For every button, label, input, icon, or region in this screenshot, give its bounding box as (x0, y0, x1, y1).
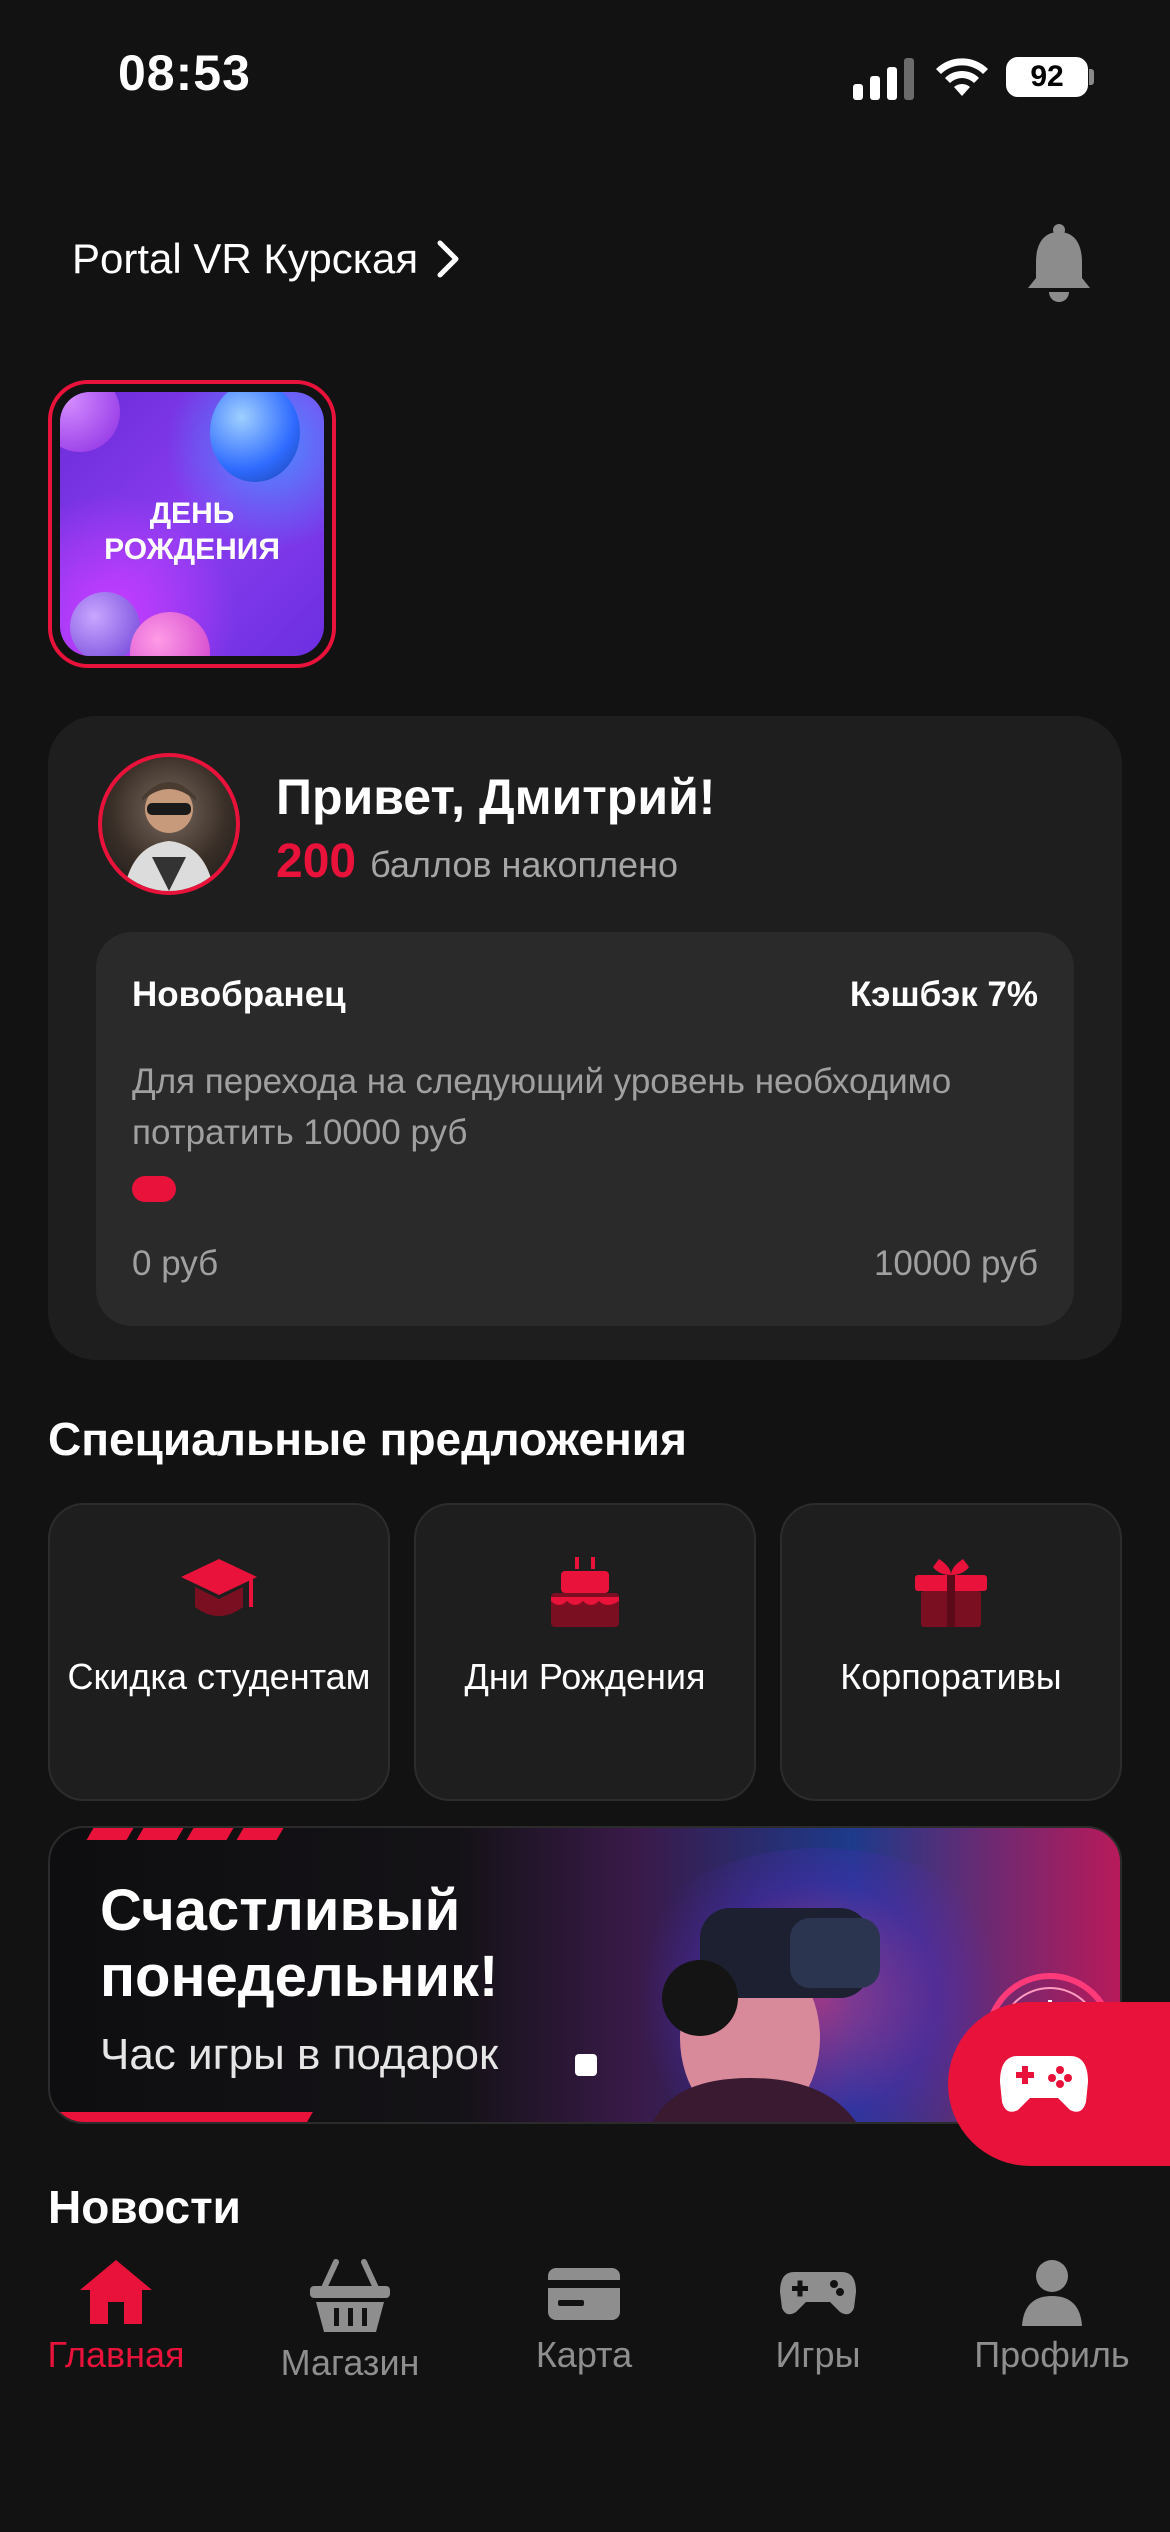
special-offers-title: Специальные предложения (48, 1413, 687, 1465)
points-value: 200 (276, 835, 357, 888)
story-birthday[interactable]: ДЕНЬ РОЖДЕНИЯ (48, 380, 336, 668)
offer-label: Скидка студентам (67, 1656, 371, 1697)
nav-profile[interactable]: Профиль (964, 2258, 1140, 2376)
nav-label: Главная (47, 2334, 185, 2375)
gamepad-icon (1000, 2056, 1088, 2112)
vr-player-image (652, 1908, 880, 2122)
offer-label: Корпоративы (840, 1656, 1062, 1697)
status-time: 08:53 (118, 45, 251, 101)
balloon-image (210, 392, 300, 482)
home-icon (80, 2260, 152, 2324)
games-fab-button[interactable] (948, 2002, 1170, 2166)
level-name: Новобранец (132, 975, 346, 1014)
points-label: баллов накоплено (370, 844, 678, 885)
chevron-right-icon (437, 240, 459, 278)
wifi-icon (936, 58, 988, 96)
avatar-image (124, 782, 214, 891)
progress-range-min: 0 руб (132, 1244, 219, 1283)
story-title: ДЕНЬ РОЖДЕНИЯ (60, 496, 324, 568)
banner-subtitle: Час игры в подарок (100, 2030, 499, 2079)
cellular-signal-icon (853, 58, 914, 100)
story-title-line: ДЕНЬ (149, 497, 235, 530)
greeting-text: Привет, Дмитрий! (276, 769, 716, 825)
level-description: Для перехода на следующий уровень необхо… (132, 1062, 952, 1152)
offer-student-discount[interactable]: Скидка студентам (48, 1503, 390, 1801)
nav-shop[interactable]: Магазин (262, 2258, 438, 2384)
cake-icon (551, 1557, 619, 1627)
level-progress-bar (132, 1176, 176, 1202)
location-selector[interactable]: Portal VR Курская (72, 235, 460, 283)
banner-decoration (575, 2054, 597, 2076)
graduation-cap-icon (181, 1559, 257, 1616)
progress-range-max: 10000 руб (873, 1244, 1038, 1283)
story-title-line: РОЖДЕНИЯ (104, 533, 280, 566)
nav-label: Карта (535, 2334, 633, 2375)
cashback-label: Кэшбэк 7% (849, 975, 1038, 1014)
nav-card[interactable]: Карта (496, 2258, 672, 2376)
banner-title: Счастливый понедельник! (100, 1878, 499, 2009)
points-summary: 200 баллов накоплено (276, 834, 678, 889)
gamepad-icon (780, 2272, 856, 2315)
banner-decoration (50, 2112, 313, 2122)
nav-home[interactable]: Главная (28, 2258, 204, 2376)
nav-label: Магазин (280, 2342, 420, 2383)
story-image: ДЕНЬ РОЖДЕНИЯ (60, 392, 324, 656)
gift-icon (915, 1559, 987, 1627)
nav-games[interactable]: Игры (730, 2258, 906, 2376)
offer-birthdays[interactable]: Дни Рождения (414, 1503, 756, 1801)
banner-decoration (86, 1828, 284, 1840)
offer-corporate[interactable]: Корпоративы (780, 1503, 1122, 1801)
avatar[interactable] (98, 753, 240, 895)
bell-icon[interactable] (1024, 222, 1094, 304)
basket-icon (310, 2259, 390, 2332)
bottom-navigation: Главная Магазин Карта Игры Профиль (0, 2258, 1170, 2408)
offer-label: Дни Рождения (464, 1656, 706, 1697)
balloon-image (60, 392, 120, 452)
battery-indicator: 92 (1006, 57, 1088, 97)
person-icon (1022, 2260, 1082, 2326)
balloon-image (130, 612, 210, 656)
location-label: Portal VR Курская (72, 235, 419, 282)
nav-label: Игры (775, 2334, 861, 2375)
nav-label: Профиль (974, 2334, 1130, 2375)
battery-tip (1089, 69, 1094, 85)
news-title: Новости (48, 2181, 241, 2233)
card-icon (548, 2268, 620, 2320)
